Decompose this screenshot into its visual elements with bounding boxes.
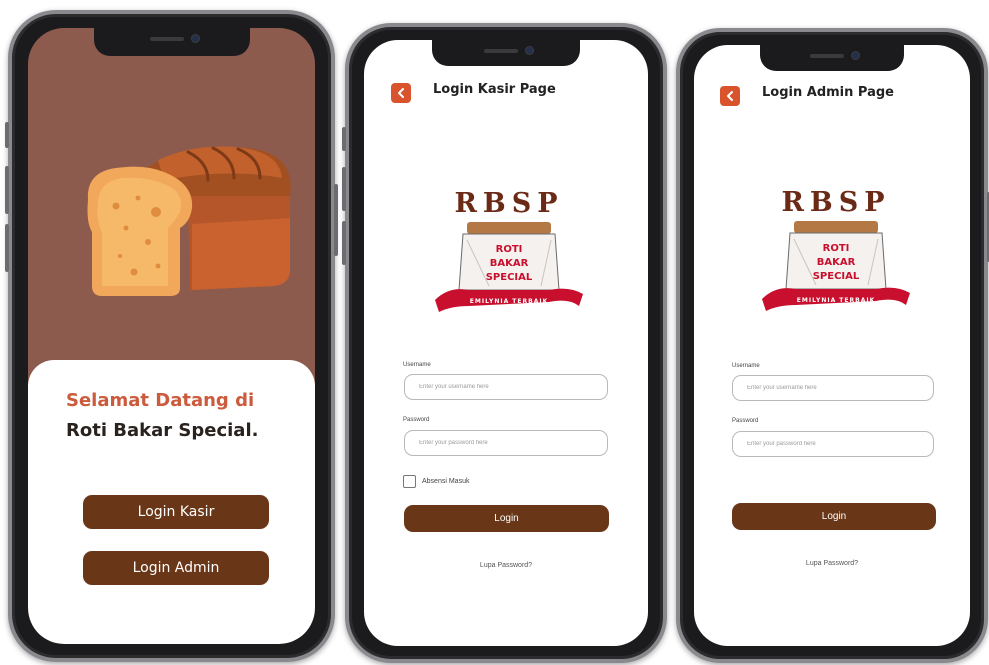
password-label: Password [732, 418, 759, 424]
welcome-screen: Selamat Datang di Roti Bakar Special. Lo… [28, 28, 315, 644]
absensi-label: Absensi Masuk [422, 478, 470, 485]
front-camera [526, 47, 533, 54]
logo-bag-line1: ROTI [823, 243, 850, 254]
front-camera [852, 52, 859, 59]
rbsp-logo: RBSP ROTI BAKAR SPECIAL EMILYNIA TERBAIK [429, 182, 589, 322]
speaker-grille [149, 37, 184, 41]
mute-switch [342, 127, 346, 151]
username-input[interactable] [404, 374, 608, 400]
logo-ribbon-text: EMILYNIA TERBAIK [470, 298, 548, 305]
page-title: Login Admin Page [762, 85, 894, 100]
logo-bag-line2: BAKAR [490, 258, 529, 269]
logo-ribbon-text: EMILYNIA TERBAIK [797, 297, 875, 304]
rbsp-logo: RBSP ROTI BAKAR SPECIAL EMILYNIA TERBAIK [756, 181, 916, 321]
phone-welcome: Selamat Datang di Roti Bakar Special. Lo… [5, 10, 338, 662]
volume-up-button [342, 167, 346, 211]
logo-bag-line2: BAKAR [817, 257, 856, 268]
phone-login-kasir: Login Kasir Page RBSP ROTI BAKAR SPECIAL… [342, 23, 667, 663]
rbsp-logo-image: RBSP ROTI BAKAR SPECIAL EMILYNIA TERBAIK [762, 187, 910, 311]
password-input[interactable] [404, 430, 608, 456]
username-label: Username [732, 363, 760, 369]
volume-down-button [5, 224, 9, 272]
login-admin-screen: Login Admin Page RBSP ROTI BAKAR SPECIAL… [694, 45, 970, 646]
absensi-checkbox[interactable] [403, 475, 416, 488]
login-admin-button[interactable]: Login Admin [83, 551, 269, 585]
logo-initials: RBSP [781, 187, 890, 218]
welcome-card: Selamat Datang di Roti Bakar Special. Lo… [28, 360, 315, 644]
forgot-password-link[interactable]: Lupa Password? [694, 560, 970, 567]
username-label: Username [403, 362, 431, 368]
password-input[interactable] [732, 431, 934, 457]
phone-notch [432, 40, 580, 66]
forgot-password-link[interactable]: Lupa Password? [364, 562, 648, 569]
volume-down-button [342, 221, 346, 265]
back-button[interactable] [391, 83, 411, 103]
chevron-left-icon [727, 91, 733, 101]
phone-notch [93, 28, 250, 56]
mute-switch [5, 122, 9, 148]
rbsp-logo-image: RBSP ROTI BAKAR SPECIAL EMILYNIA TERBAIK [435, 188, 583, 312]
speaker-grille [810, 54, 844, 58]
phone-login-admin: Login Admin Page RBSP ROTI BAKAR SPECIAL… [676, 28, 989, 663]
volume-up-button [5, 166, 9, 214]
logo-initials: RBSP [454, 188, 563, 219]
speaker-grille [484, 49, 518, 53]
login-button[interactable]: Login [732, 503, 936, 530]
welcome-greeting: Selamat Datang di [66, 390, 255, 411]
page-title: Login Kasir Page [433, 82, 556, 97]
login-button[interactable]: Login [404, 505, 609, 532]
logo-bag-line1: ROTI [496, 244, 523, 255]
chevron-left-icon [398, 88, 404, 98]
welcome-app-name: Roti Bakar Special. [66, 420, 259, 441]
power-button [334, 184, 338, 256]
logo-bag-line3: SPECIAL [486, 272, 533, 283]
logo-bag-line3: SPECIAL [813, 271, 860, 282]
bread-illustration [68, 138, 298, 313]
password-label: Password [403, 417, 430, 423]
front-camera [191, 35, 199, 42]
bread-icon [87, 146, 291, 296]
back-button[interactable] [720, 86, 740, 106]
username-input[interactable] [732, 375, 934, 401]
phone-notch [760, 45, 904, 71]
login-kasir-button[interactable]: Login Kasir [83, 495, 269, 529]
login-kasir-screen: Login Kasir Page RBSP ROTI BAKAR SPECIAL… [364, 40, 648, 646]
absensi-row[interactable]: Absensi Masuk [403, 475, 469, 488]
